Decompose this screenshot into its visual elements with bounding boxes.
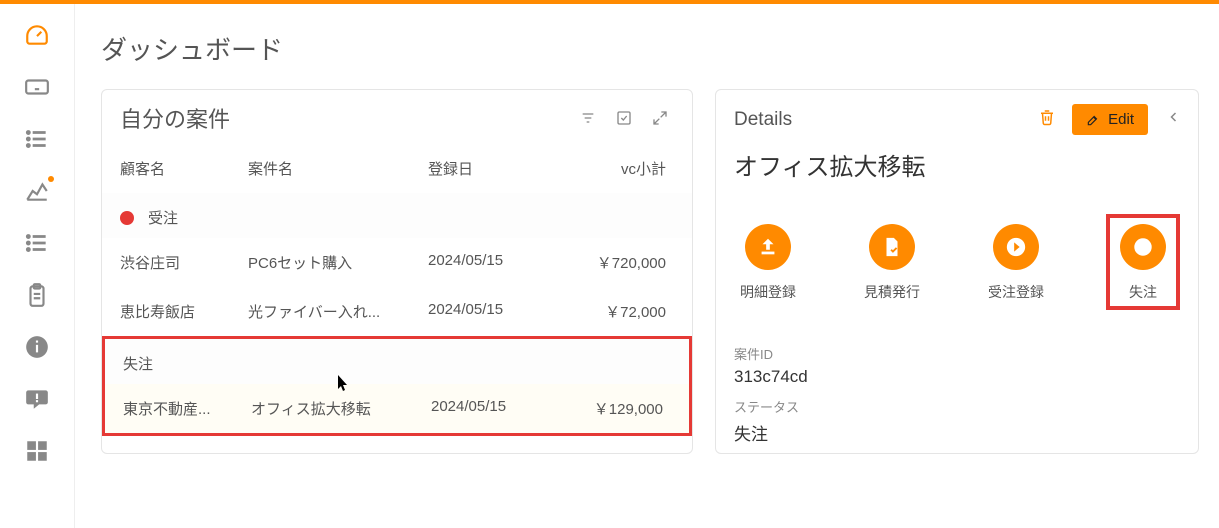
action-lost[interactable]: 失注	[1106, 214, 1180, 310]
page-title: ダッシュボード	[101, 30, 1199, 67]
cursor-icon	[333, 374, 349, 398]
group-received[interactable]: 受注	[102, 193, 692, 238]
col-case-name: 案件名	[248, 158, 428, 179]
collapse-icon[interactable]	[1168, 109, 1180, 130]
table-row[interactable]: 渋谷庄司 PC6セット購入 2024/05/15 ￥720,000	[102, 238, 692, 287]
check-icon[interactable]	[610, 104, 638, 132]
action-quote[interactable]: 見積発行	[864, 224, 920, 306]
status-dot-icon	[120, 211, 134, 225]
action-detail-register[interactable]: 明細登録	[740, 224, 796, 306]
details-panel: Details Edit オフィス拡大移転	[715, 89, 1199, 454]
group-label: 失注	[123, 353, 153, 374]
case-id-label: 案件ID	[734, 344, 1180, 363]
status-label: ステータス	[734, 397, 1180, 416]
comment-icon[interactable]	[24, 386, 50, 412]
dashboard-icon[interactable]	[24, 22, 50, 48]
my-cases-panel: 自分の案件 顧客名 案件名 登録日 vc小計	[101, 89, 693, 454]
clipboard-icon[interactable]	[24, 282, 50, 308]
list-icon[interactable]	[24, 126, 50, 152]
trash-icon[interactable]	[1038, 108, 1056, 131]
chart-icon[interactable]	[24, 178, 50, 204]
lost-section-highlight: 失注 東京不動産... オフィス拡大移転 2024/05/15 ￥129,000	[102, 336, 692, 436]
apps-icon[interactable]	[24, 438, 50, 464]
cases-title: 自分の案件	[120, 102, 566, 134]
upload-icon	[745, 224, 791, 270]
list2-icon[interactable]	[24, 230, 50, 256]
expand-icon[interactable]	[646, 104, 674, 132]
edit-button[interactable]: Edit	[1072, 104, 1148, 135]
forbid-icon	[1120, 224, 1166, 270]
table-header: 顧客名 案件名 登録日 vc小計	[102, 146, 692, 193]
case-id-value: 313c74cd	[734, 367, 1180, 387]
status-value: 失注	[734, 420, 1180, 445]
details-title: Details	[734, 109, 1038, 131]
filter-icon[interactable]	[574, 104, 602, 132]
keyboard-icon[interactable]	[24, 74, 50, 100]
info-icon[interactable]	[24, 334, 50, 360]
action-order-register[interactable]: 受注登録	[988, 224, 1044, 306]
col-customer: 顧客名	[120, 158, 248, 179]
col-amount: vc小計	[586, 158, 674, 179]
table-row[interactable]: 恵比寿飯店 光ファイバー入れ... 2024/05/15 ￥72,000	[102, 287, 692, 336]
table-row[interactable]: 東京不動産... オフィス拡大移転 2024/05/15 ￥129,000	[105, 384, 689, 433]
col-reg-date: 登録日	[428, 158, 586, 179]
detail-case-name: オフィス拡大移転	[716, 143, 1198, 194]
arrow-right-icon	[993, 224, 1039, 270]
file-icon	[869, 224, 915, 270]
group-label: 受注	[148, 207, 178, 228]
sidebar	[0, 4, 75, 528]
group-lost[interactable]: 失注	[105, 339, 689, 384]
